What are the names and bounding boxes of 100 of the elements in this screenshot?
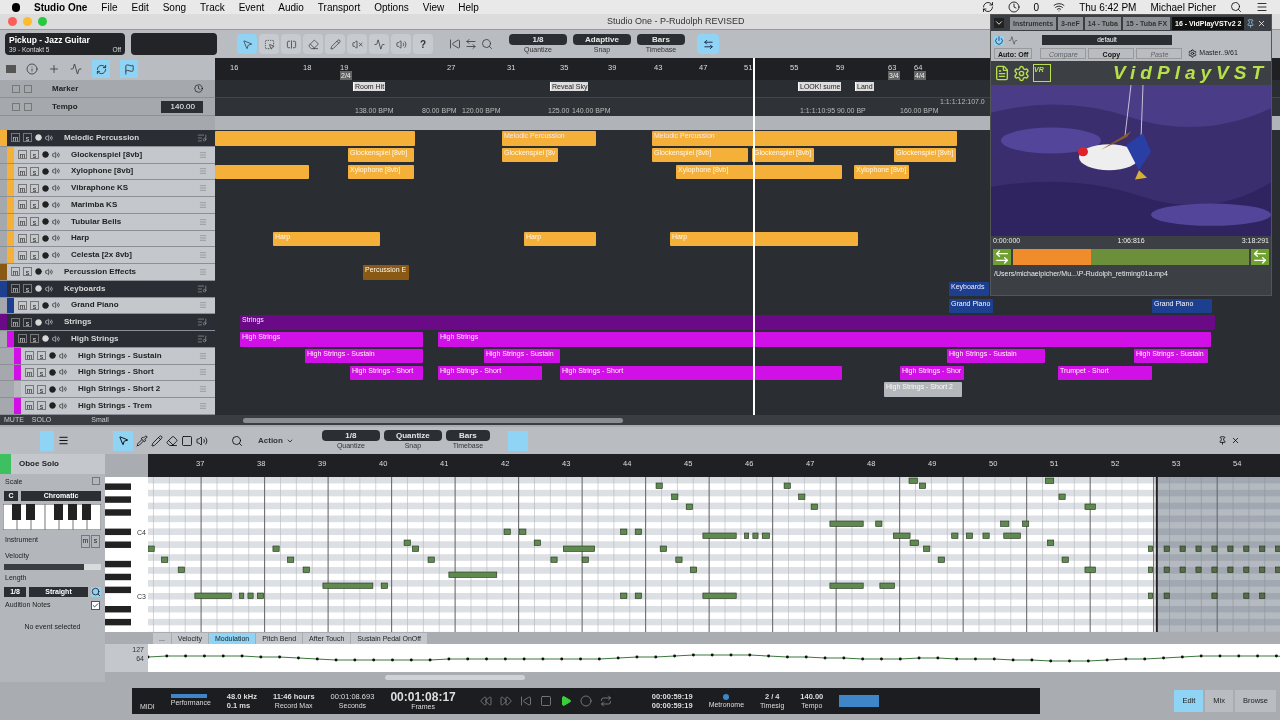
drag-handle-icon[interactable] — [199, 184, 207, 193]
tool-button[interactable] — [391, 34, 411, 54]
stop-icon[interactable] — [539, 695, 552, 707]
tool-button[interactable] — [281, 34, 301, 54]
horizontal-scrollbar[interactable] — [243, 417, 623, 423]
menu-item[interactable]: File — [101, 0, 118, 15]
help-button[interactable]: ? — [413, 34, 433, 54]
event-clip[interactable] — [215, 164, 309, 179]
record-icon[interactable] — [35, 268, 42, 276]
menu-icon[interactable] — [1256, 1, 1268, 13]
play-icon[interactable] — [559, 695, 572, 707]
menu-item[interactable]: Options — [374, 0, 409, 15]
dropdown-field[interactable] — [131, 33, 217, 55]
menu-dropdown-icon[interactable] — [994, 18, 1004, 28]
menu-item[interactable]: Track — [200, 0, 225, 15]
sync-icon[interactable] — [981, 1, 994, 13]
document-icon[interactable] — [994, 64, 1010, 82]
pin-icon[interactable] — [1218, 436, 1227, 445]
piano-roll-grid[interactable] — [148, 477, 1280, 632]
eject-status[interactable]: 0 — [1033, 0, 1040, 15]
pipette-icon[interactable] — [136, 434, 148, 447]
apple-icon[interactable] — [12, 2, 20, 12]
user-name[interactable]: Michael Picher — [1150, 0, 1216, 15]
range-start-icon[interactable] — [993, 249, 1011, 265]
wifi-icon[interactable] — [1053, 1, 1066, 13]
close-button[interactable] — [8, 17, 17, 26]
drag-handle-icon[interactable] — [199, 251, 207, 260]
drag-handle-icon[interactable] — [199, 167, 207, 176]
stretch-icon[interactable] — [465, 38, 477, 50]
marker-clock-icon[interactable] — [194, 84, 203, 93]
drag-handle-icon[interactable] — [199, 351, 207, 360]
settings-icon[interactable] — [1188, 48, 1198, 58]
app-menu[interactable]: Studio One — [34, 0, 88, 15]
menu-item[interactable]: Audio — [278, 0, 304, 15]
menu-item[interactable]: Help — [458, 0, 479, 15]
drag-handle-icon[interactable] — [199, 200, 207, 209]
menu-item[interactable]: Transport — [317, 0, 361, 15]
drag-handle-icon[interactable] — [199, 301, 207, 310]
quantize-icon[interactable] — [91, 586, 101, 597]
zoom-icon[interactable] — [481, 38, 493, 50]
record-icon[interactable] — [49, 402, 56, 410]
pin-icon[interactable] — [1246, 18, 1256, 28]
menu-item[interactable]: Event — [238, 0, 265, 15]
event-clip[interactable] — [215, 131, 415, 146]
tool-button[interactable] — [237, 34, 257, 54]
menu-clock[interactable]: Thu 6:42 PM — [1079, 0, 1137, 15]
fast-forward-icon[interactable] — [499, 695, 512, 707]
drag-handle-icon[interactable] — [199, 267, 207, 276]
range-end-icon[interactable] — [1251, 249, 1269, 265]
tool-button[interactable] — [259, 34, 279, 54]
monitor-icon[interactable] — [52, 334, 60, 343]
track-list-icon[interactable] — [6, 65, 16, 73]
drag-handle-icon[interactable] — [199, 150, 207, 159]
quantize-icon[interactable] — [231, 434, 243, 447]
rewind-icon[interactable] — [479, 695, 492, 707]
tool-button[interactable] — [325, 34, 345, 54]
return-to-zero-icon[interactable] — [519, 695, 532, 707]
menu-item[interactable]: View — [422, 0, 445, 15]
value-field[interactable]: Bars — [637, 33, 685, 45]
eraser-icon[interactable] — [166, 434, 178, 447]
drag-handle-icon[interactable] — [199, 368, 207, 377]
tool-button[interactable] — [113, 430, 133, 451]
scale-toggle[interactable] — [92, 477, 100, 485]
horizontal-scrollbar[interactable] — [385, 674, 525, 680]
power-icon[interactable] — [994, 35, 1004, 45]
mute-tool-icon[interactable] — [181, 434, 193, 447]
drag-handle-icon[interactable] — [199, 234, 207, 243]
monitor-icon[interactable] — [45, 284, 53, 293]
menu-item[interactable]: Song — [162, 0, 187, 15]
marker-button[interactable] — [120, 60, 138, 78]
automation-icon[interactable] — [70, 63, 82, 75]
editor-toggle-button[interactable] — [40, 430, 54, 451]
folder-icon[interactable] — [197, 333, 207, 344]
activity-icon[interactable] — [1008, 35, 1018, 45]
drag-handle-icon[interactable] — [199, 217, 207, 226]
folder-icon[interactable] — [197, 132, 207, 143]
menu-item[interactable]: Edit — [131, 0, 149, 15]
monitor-icon[interactable] — [45, 318, 53, 327]
search-icon[interactable] — [1230, 1, 1242, 13]
metronome-toggle[interactable] — [723, 693, 730, 700]
value-field[interactable]: Adaptive — [573, 33, 631, 45]
tool-button[interactable] — [303, 34, 323, 54]
pencil-icon[interactable] — [151, 434, 163, 447]
add-track-icon[interactable] — [48, 63, 60, 75]
listen-icon[interactable] — [196, 434, 208, 447]
close-icon[interactable] — [1231, 436, 1240, 445]
list-icon[interactable] — [58, 435, 69, 446]
audition-checkbox[interactable] — [91, 600, 100, 610]
action-menu[interactable]: Action — [258, 434, 283, 447]
velocity-slider[interactable] — [4, 564, 101, 570]
tempo-field[interactable]: 140.00 — [161, 100, 203, 113]
record-icon[interactable] — [42, 184, 49, 192]
piano-keyboard-drawing[interactable] — [105, 477, 148, 632]
follow-button[interactable] — [697, 34, 719, 54]
record-icon[interactable] — [42, 251, 49, 259]
folder-icon[interactable] — [197, 317, 207, 328]
record-icon[interactable] — [49, 385, 56, 393]
value-field[interactable]: Bars — [445, 430, 490, 441]
record-icon[interactable] — [42, 201, 49, 209]
folder-icon[interactable] — [197, 283, 207, 294]
